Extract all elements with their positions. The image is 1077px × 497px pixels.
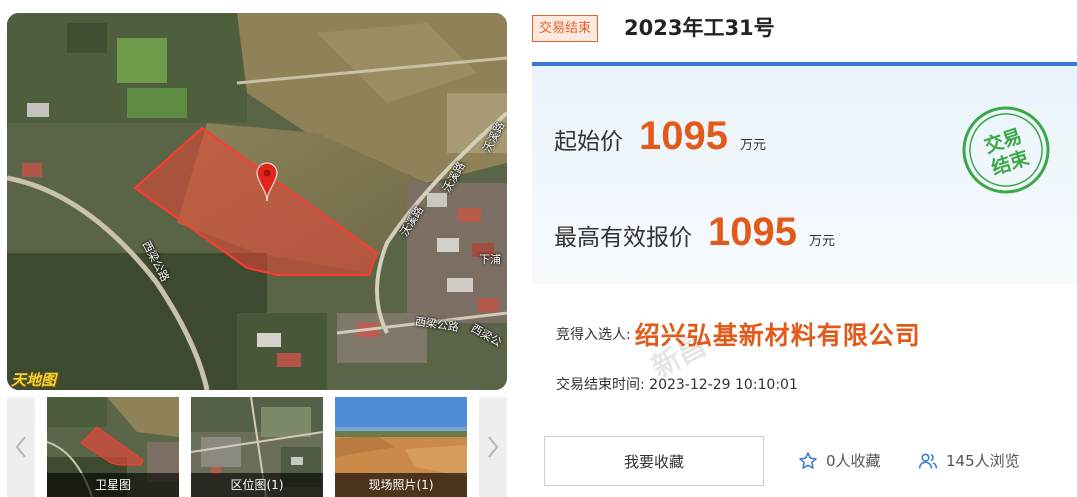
thumbnail-site-photo[interactable]: 现场照片(1) — [335, 397, 467, 497]
map-provider-watermark: 天地图 — [11, 371, 57, 389]
views-count: 145人浏览 — [946, 452, 1020, 470]
thumbnail-location-map[interactable]: 区位图(1) — [191, 397, 323, 497]
start-price-row: 起始价 1095 万元 — [554, 114, 766, 159]
thumbnail-next-button[interactable] — [479, 397, 507, 497]
winner-name: 绍兴弘基新材料有限公司 — [634, 321, 921, 350]
deal-closed-stamp-icon: 交易 结束 — [962, 106, 1050, 194]
highest-bid-value: 1095 — [708, 210, 797, 254]
users-icon — [918, 453, 938, 469]
thumbnail-satellite[interactable]: 卫星图 — [47, 397, 179, 497]
favorite-button[interactable]: 我要收藏 — [544, 436, 764, 486]
winner-label: 竞得入选人: — [556, 327, 631, 343]
end-time-value: 2023-12-29 10:10:01 — [649, 377, 798, 393]
highest-bid-label: 最高有效报价 — [554, 225, 692, 251]
favorites-stat[interactable]: 0人收藏 — [798, 450, 881, 471]
chevron-left-icon — [15, 436, 26, 458]
start-price-value: 1095 — [639, 114, 728, 158]
end-time-row: 交易结束时间: 2023-12-29 10:10:01 — [556, 374, 798, 394]
satellite-map-graphic — [7, 13, 507, 390]
favorites-count: 0人收藏 — [826, 452, 881, 470]
end-time-label: 交易结束时间: — [556, 377, 645, 393]
chevron-right-icon — [488, 436, 499, 458]
thumbnail-strip: 卫星图 区位图(1) 现场照片(1) — [7, 397, 507, 497]
thumbnail-caption: 区位图(1) — [191, 473, 323, 497]
satellite-map-image[interactable]: 沃溪路 沃溪路 沃溪路 西梁公路 西梁公路 西梁公 下浦 天地图 — [7, 13, 507, 390]
land-auction-detail: 沃溪路 沃溪路 沃溪路 西梁公路 西梁公路 西梁公 下浦 天地图 卫星图 区位图… — [0, 0, 1077, 497]
page-title: 2023年工31号 — [624, 16, 775, 40]
map-label-village: 下浦 — [479, 253, 501, 266]
highest-bid-row: 最高有效报价 1095 万元 — [554, 210, 835, 255]
star-icon — [799, 451, 817, 469]
status-badge: 交易结束 — [532, 15, 599, 42]
thumbnail-prev-button[interactable] — [7, 397, 35, 497]
winner-row: 竞得入选人: 绍兴弘基新材料有限公司 — [556, 316, 921, 352]
start-price-unit: 万元 — [739, 138, 766, 153]
thumbnail-caption: 现场照片(1) — [335, 473, 467, 497]
thumbnail-caption: 卫星图 — [47, 473, 179, 497]
price-panel: 起始价 1095 万元 最高有效报价 1095 万元 交易 结束 — [532, 62, 1077, 284]
views-stat: 145人浏览 — [918, 450, 1020, 471]
start-price-label: 起始价 — [554, 129, 623, 155]
highest-bid-unit: 万元 — [808, 234, 835, 249]
